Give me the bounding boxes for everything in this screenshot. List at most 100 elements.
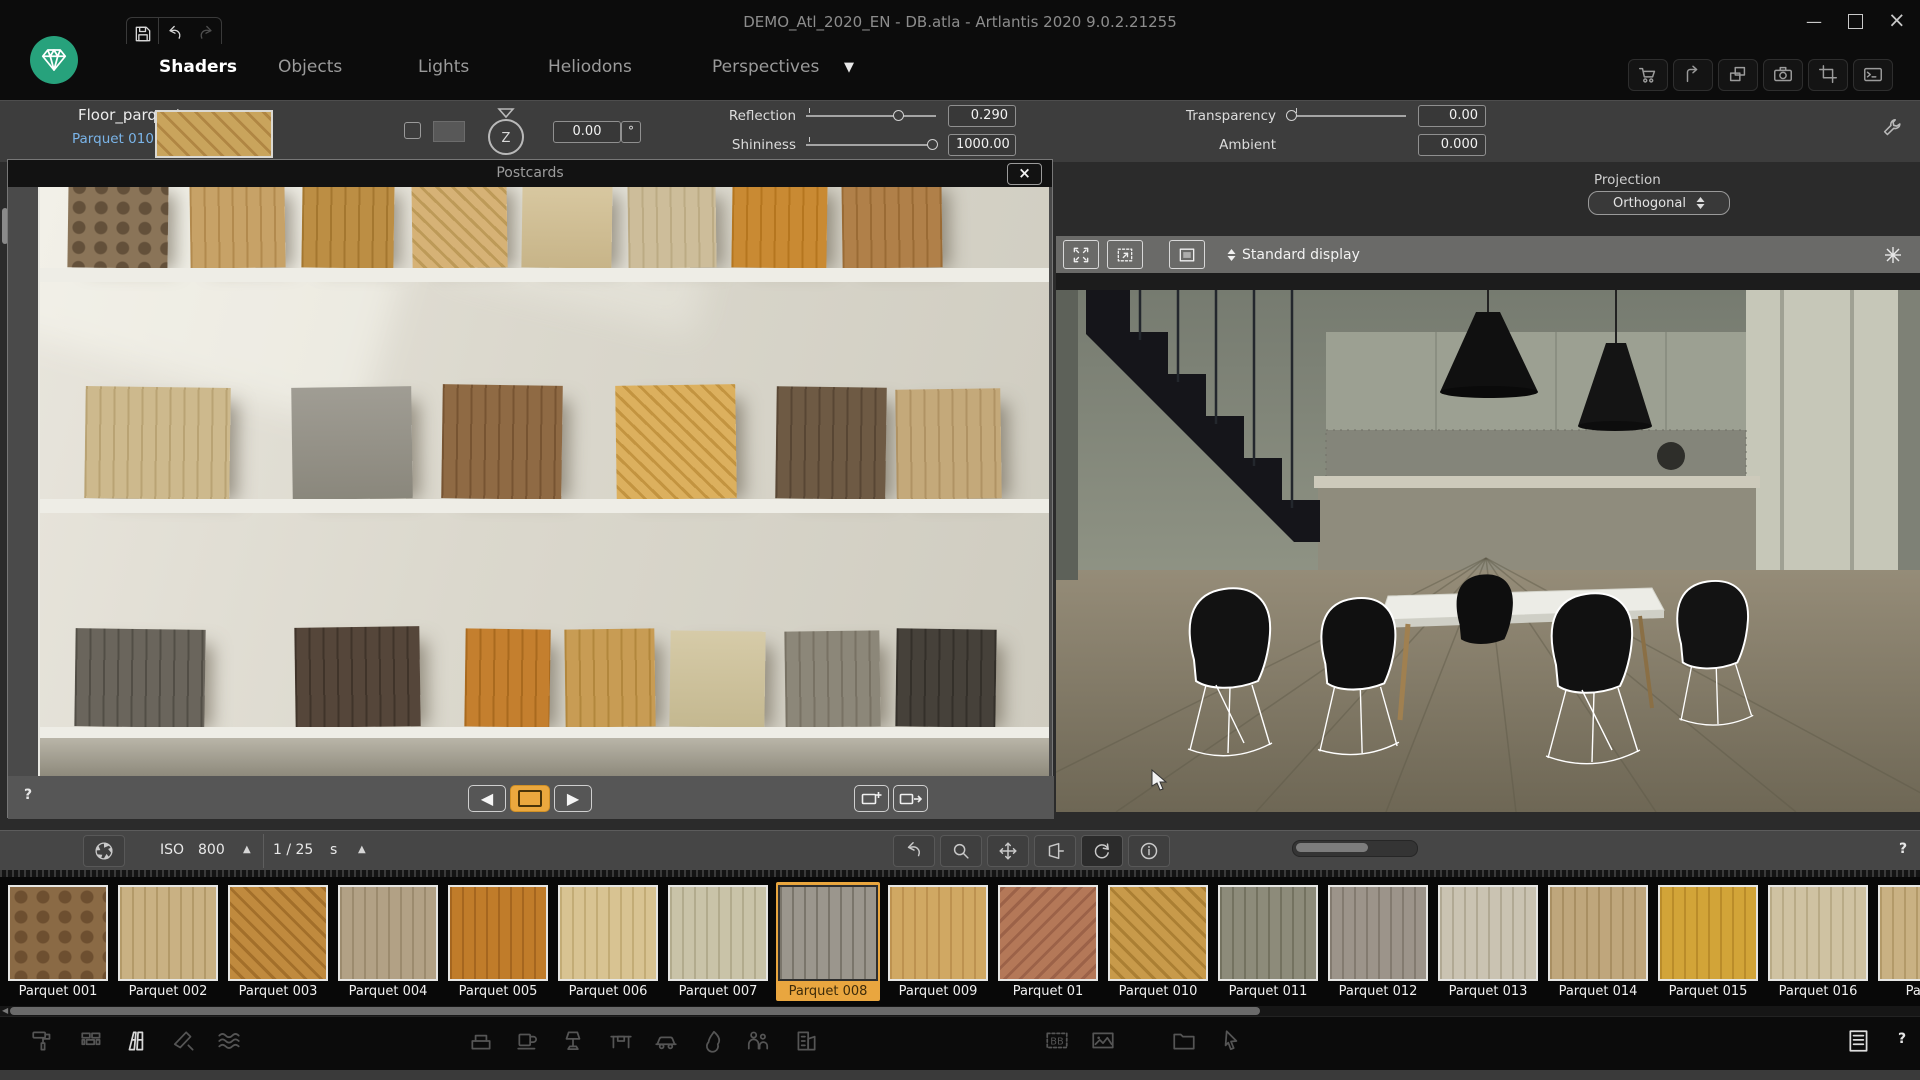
param-slider[interactable] (1286, 115, 1406, 117)
tab-heliodons[interactable]: Heliodons (548, 57, 632, 77)
lamp-icon[interactable] (555, 1023, 591, 1059)
param-value-input[interactable]: 1000.00 (948, 134, 1016, 156)
catalog-item[interactable]: Parquet 009 (886, 882, 990, 1001)
catalog-item-selected[interactable]: Parquet 008 (776, 882, 880, 1001)
billboard-icon[interactable]: BB (1039, 1023, 1075, 1059)
shader-thumbnail[interactable] (1878, 885, 1920, 981)
add-postcard-icon[interactable] (854, 785, 889, 812)
plant-icon[interactable] (696, 1023, 732, 1059)
list-icon[interactable] (1841, 1023, 1877, 1059)
refresh-icon[interactable] (1081, 835, 1123, 867)
shader-thumbnail[interactable] (8, 885, 108, 981)
preview-quality-slider[interactable] (1292, 840, 1418, 857)
cart-icon[interactable] (1628, 59, 1668, 91)
color-swatch[interactable] (433, 121, 465, 142)
shader-thumbnail[interactable] (558, 885, 658, 981)
matte-icon[interactable] (1169, 240, 1205, 269)
rotation-value-input[interactable]: 0.00 (553, 121, 621, 143)
close-icon[interactable]: × (1888, 8, 1906, 32)
image-icon[interactable] (1085, 1023, 1121, 1059)
catalog-item[interactable]: Parquet 011 (1216, 882, 1320, 1001)
cup-icon[interactable] (510, 1023, 546, 1059)
param-value-input[interactable]: 0.290 (948, 105, 1016, 127)
shader-thumbnail[interactable] (228, 885, 328, 981)
camera-view-icon[interactable] (1034, 835, 1076, 867)
shader-thumbnail[interactable] (1438, 885, 1538, 981)
scrollbar-thumb[interactable] (10, 1007, 1260, 1015)
postcards-titlebar[interactable]: Postcards (8, 160, 1052, 187)
fit-view-icon[interactable] (1063, 240, 1099, 269)
insert-arrow-icon[interactable] (1673, 59, 1713, 91)
catalog-item[interactable]: Parquet 012 (1326, 882, 1430, 1001)
shader-name[interactable]: Parquet 010 (72, 131, 154, 147)
help-button[interactable]: ? (24, 787, 32, 803)
shader-thumbnail[interactable] (778, 885, 878, 981)
slider-thumb[interactable] (1296, 843, 1368, 852)
help-button[interactable]: ? (1898, 1031, 1906, 1047)
catalog-item[interactable]: Parquet 003 (226, 882, 330, 1001)
catalog-scrollbar[interactable]: ◀ (0, 1006, 1920, 1016)
mirror-checkbox[interactable] (404, 122, 421, 139)
shutter-value[interactable]: 1 / 25 (273, 842, 313, 858)
catalog-item[interactable]: Parquet 006 (556, 882, 660, 1001)
shader-thumbnail[interactable] (668, 885, 768, 981)
minimize-icon[interactable]: — (1806, 12, 1822, 31)
prev-postcard-icon[interactable]: ◀ (468, 785, 506, 812)
pan-icon[interactable] (987, 835, 1029, 867)
help-button[interactable]: ? (1899, 841, 1907, 857)
catalog-item[interactable]: Parquet 002 (116, 882, 220, 1001)
crop-icon[interactable] (1808, 59, 1848, 91)
scroll-left-icon[interactable]: ◀ (2, 1006, 8, 1016)
building-icon[interactable] (788, 1023, 824, 1059)
tab-lights[interactable]: Lights (418, 57, 469, 77)
catalog-item[interactable]: Parquet 016 (1766, 882, 1870, 1001)
shader-thumbnail[interactable] (888, 885, 988, 981)
resize-view-icon[interactable] (1107, 240, 1143, 269)
next-postcard-icon[interactable]: ▶ (554, 785, 592, 812)
catalog-item[interactable]: Parquet 007 (666, 882, 770, 1001)
car-icon[interactable] (648, 1023, 684, 1059)
zoom-icon[interactable] (940, 835, 982, 867)
info-icon[interactable] (1128, 835, 1170, 867)
people-icon[interactable] (740, 1023, 776, 1059)
rotation-dial[interactable]: Z (478, 103, 534, 161)
bricks-icon[interactable] (74, 1023, 110, 1059)
shader-thumbnail[interactable] (1658, 885, 1758, 981)
rotation-unit-spinner[interactable]: ° (621, 121, 641, 143)
shader-thumbnail[interactable] (1108, 885, 1208, 981)
catalog-item[interactable]: Parquet 010 (1106, 882, 1210, 1001)
iso-value[interactable]: 800 (198, 842, 225, 858)
catalog-item[interactable]: Parque (1876, 882, 1920, 1001)
shutter-stepper-icon[interactable]: ▲ (358, 844, 366, 855)
parquet-icon[interactable] (119, 1023, 155, 1059)
catalog-item[interactable]: Parquet 005 (446, 882, 550, 1001)
folder-icon[interactable] (1166, 1023, 1202, 1059)
projection-dropdown[interactable]: Orthogonal (1588, 191, 1730, 215)
param-slider[interactable] (806, 115, 936, 117)
trowel-icon[interactable] (166, 1023, 202, 1059)
aperture-icon[interactable] (83, 835, 125, 867)
param-value-input[interactable]: 0.000 (1418, 134, 1486, 156)
iso-stepper-icon[interactable]: ▲ (243, 844, 251, 855)
param-value-input[interactable]: 0.00 (1418, 105, 1486, 127)
camera-icon[interactable] (1763, 59, 1803, 91)
shader-thumbnail[interactable] (338, 885, 438, 981)
shader-thumbnail[interactable] (118, 885, 218, 981)
postcard-preview[interactable] (38, 187, 1049, 776)
shader-thumbnail[interactable] (448, 885, 548, 981)
render-preview[interactable] (1056, 273, 1920, 812)
maximize-icon[interactable] (1848, 14, 1863, 29)
catalog-item[interactable]: Parquet 001 (6, 882, 110, 1001)
undo-icon[interactable] (893, 835, 935, 867)
desk-icon[interactable] (603, 1023, 639, 1059)
current-postcard-icon[interactable] (510, 785, 550, 812)
cursor-icon[interactable] (1213, 1023, 1249, 1059)
flake-icon[interactable] (1884, 246, 1902, 264)
param-slider[interactable] (806, 144, 936, 146)
catalog-item[interactable]: Parquet 004 (336, 882, 440, 1001)
shader-thumbnail[interactable] (1218, 885, 1318, 981)
slider-thumb[interactable] (893, 110, 904, 121)
paint-roller-icon[interactable] (25, 1023, 61, 1059)
console-icon[interactable] (1853, 59, 1893, 91)
slider-thumb[interactable] (1286, 110, 1297, 121)
